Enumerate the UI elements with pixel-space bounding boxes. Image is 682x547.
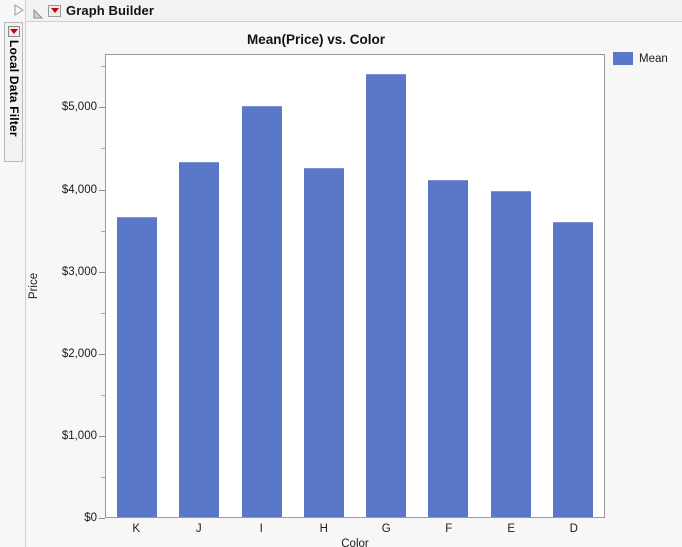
bar-G[interactable] [366,73,407,517]
triangle-expand-icon[interactable] [7,4,24,16]
x-tick-label-J: J [195,523,202,535]
bar-slot [293,55,355,517]
x-tick-label-D: D [569,523,578,535]
graph-builder-header: Graph Builder [26,0,682,22]
triangle-collapse-icon[interactable] [33,6,44,18]
y-tick-label: $3,000 [61,265,97,278]
bar-slot [355,55,417,517]
chart-legend[interactable]: Mean [613,52,668,65]
bar-E[interactable] [490,190,531,517]
x-tick-label-F: F [445,523,453,535]
bar-F[interactable] [428,180,469,517]
y-tick-label: $4,000 [61,183,97,196]
x-axis-title: Color [341,538,369,547]
x-tick-label-E: E [507,523,516,535]
bars-layer [106,55,604,517]
local-data-filter-label: Local Data Filter [7,40,21,137]
chart-title: Mean(Price) vs. Color [246,32,386,47]
plot-area [105,54,605,518]
legend-swatch-mean [613,52,633,65]
graph-builder-window: Local Data Filter Graph Builder Mean(Pri… [0,0,682,547]
bar-slot [231,55,293,517]
y-tick-label: $1,000 [61,429,97,442]
bar-K[interactable] [117,217,158,517]
local-data-filter-panel[interactable]: Local Data Filter [0,0,26,547]
bar-D[interactable] [552,222,593,517]
legend-label-mean: Mean [639,52,668,65]
y-axis-title: Price [28,272,40,300]
bar-slot [480,55,542,517]
bar-slot [168,55,230,517]
red-triangle-menu-icon-sidebar[interactable] [8,26,20,37]
bar-slot [106,55,168,517]
y-axis: Price $0 $1,000 $2,000 $3,000 $4,000 $5,000 [26,54,105,524]
x-tick-label-K: K [132,523,141,535]
y-tick-label: $5,000 [61,101,97,114]
red-triangle-menu-icon-header[interactable] [48,4,61,17]
x-tick-label-H: H [319,523,328,535]
x-tick-label-I: I [259,523,263,535]
y-tick-label: $2,000 [61,347,97,360]
x-axis: KJIHGFED [105,519,605,539]
y-tick-label: $0 [84,512,97,524]
chart-container: Mean(Price) vs. Color Price $0 $1,000 $2,0… [26,22,682,547]
bar-slot [542,55,604,517]
bar-H[interactable] [303,167,344,517]
page-title: Graph Builder [66,3,154,18]
x-tick-label-G: G [381,523,391,535]
bar-I[interactable] [241,106,282,517]
bar-J[interactable] [179,161,220,517]
bar-slot [417,55,479,517]
